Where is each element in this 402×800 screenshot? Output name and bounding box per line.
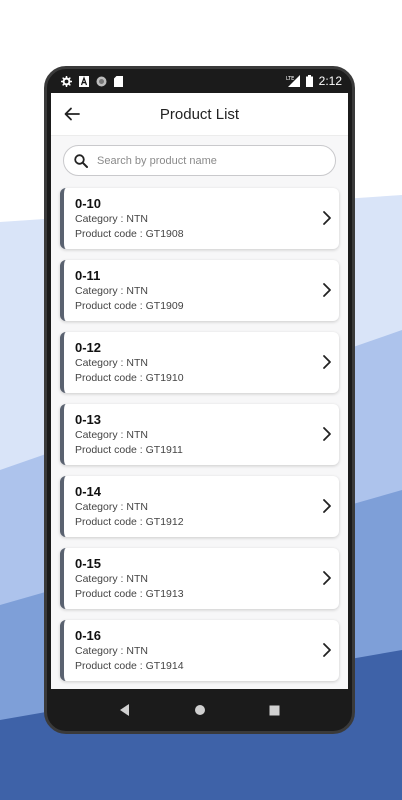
product-name: 0-11 [75,268,101,283]
status-bar: LTE 2:12 [47,69,352,93]
product-name: 0-10 [75,196,102,211]
search-bar[interactable] [63,145,336,176]
product-code: Product code : GT1912 [75,516,184,528]
product-card[interactable]: 0-13 Category : NTN Product code : GT1911 [60,404,339,465]
product-category: Category : NTN [75,645,148,657]
product-card[interactable]: 0-15 Category : NTN Product code : GT1913 [60,548,339,609]
app-bar: Product List [51,93,348,136]
phone-frame: LTE 2:12 Product List 0-10 Category : NTN… [44,66,355,734]
product-name: 0-14 [75,484,102,499]
product-name: 0-15 [75,556,102,571]
triangle-back-icon [119,704,129,716]
sd-card-icon [114,75,123,87]
circle-home-icon [194,705,205,715]
page-title: Product List [159,105,240,123]
product-code: Product code : GT1910 [75,372,184,384]
arrow-left-icon [64,107,80,121]
product-code: Product code : GT1913 [75,588,184,600]
system-nav-bar [47,689,352,731]
nav-recents-button[interactable] [263,698,287,722]
nav-back-button[interactable] [113,698,137,722]
settings-icon [61,75,72,87]
chevron-right-icon [323,571,331,585]
app-screen: Product List 0-10 Category : NTN Product c… [51,93,348,689]
product-category: Category : NTN [75,501,148,513]
product-name: 0-13 [75,412,102,427]
chevron-right-icon [323,427,331,441]
chevron-right-icon [323,355,331,369]
product-category: Category : NTN [75,285,148,297]
status-time: 2:12 [318,74,342,88]
font-a-icon [79,75,89,87]
product-code: Product code : GT1911 [75,444,183,456]
product-card[interactable]: 0-14 Category : NTN Product code : GT1912 [60,476,339,537]
circle-status-icon [96,76,107,87]
product-card[interactable]: 0-12 Category : NTN Product code : GT1910 [60,332,339,393]
product-category: Category : NTN [75,429,148,441]
product-category: Category : NTN [75,357,148,369]
lte-signal-icon: LTE [286,75,300,87]
chevron-right-icon [323,211,331,225]
product-code: Product code : GT1909 [75,300,184,312]
nav-home-button[interactable] [188,698,212,722]
product-card[interactable]: 0-11 Category : NTN Product code : GT1909 [60,260,339,321]
product-card[interactable]: 0-10 Category : NTN Product code : GT1908 [60,188,339,249]
product-code: Product code : GT1908 [75,228,184,240]
product-name: 0-12 [75,340,102,355]
back-button[interactable] [61,103,83,125]
chevron-right-icon [323,643,331,657]
square-recents-icon [269,705,280,715]
network-type-label: LTE [286,76,294,82]
product-category: Category : NTN [75,573,148,585]
chevron-right-icon [323,283,331,297]
chevron-right-icon [323,499,331,513]
product-list: 0-10 Category : NTN Product code : GT1908 0… [51,176,348,681]
search-icon [74,153,88,168]
product-code: Product code : GT1914 [75,660,184,672]
product-name: 0-16 [75,628,102,643]
product-category: Category : NTN [75,213,148,225]
search-input[interactable] [95,153,299,168]
product-card[interactable]: 0-16 Category : NTN Product code : GT1914 [60,620,339,681]
battery-icon [305,75,313,87]
